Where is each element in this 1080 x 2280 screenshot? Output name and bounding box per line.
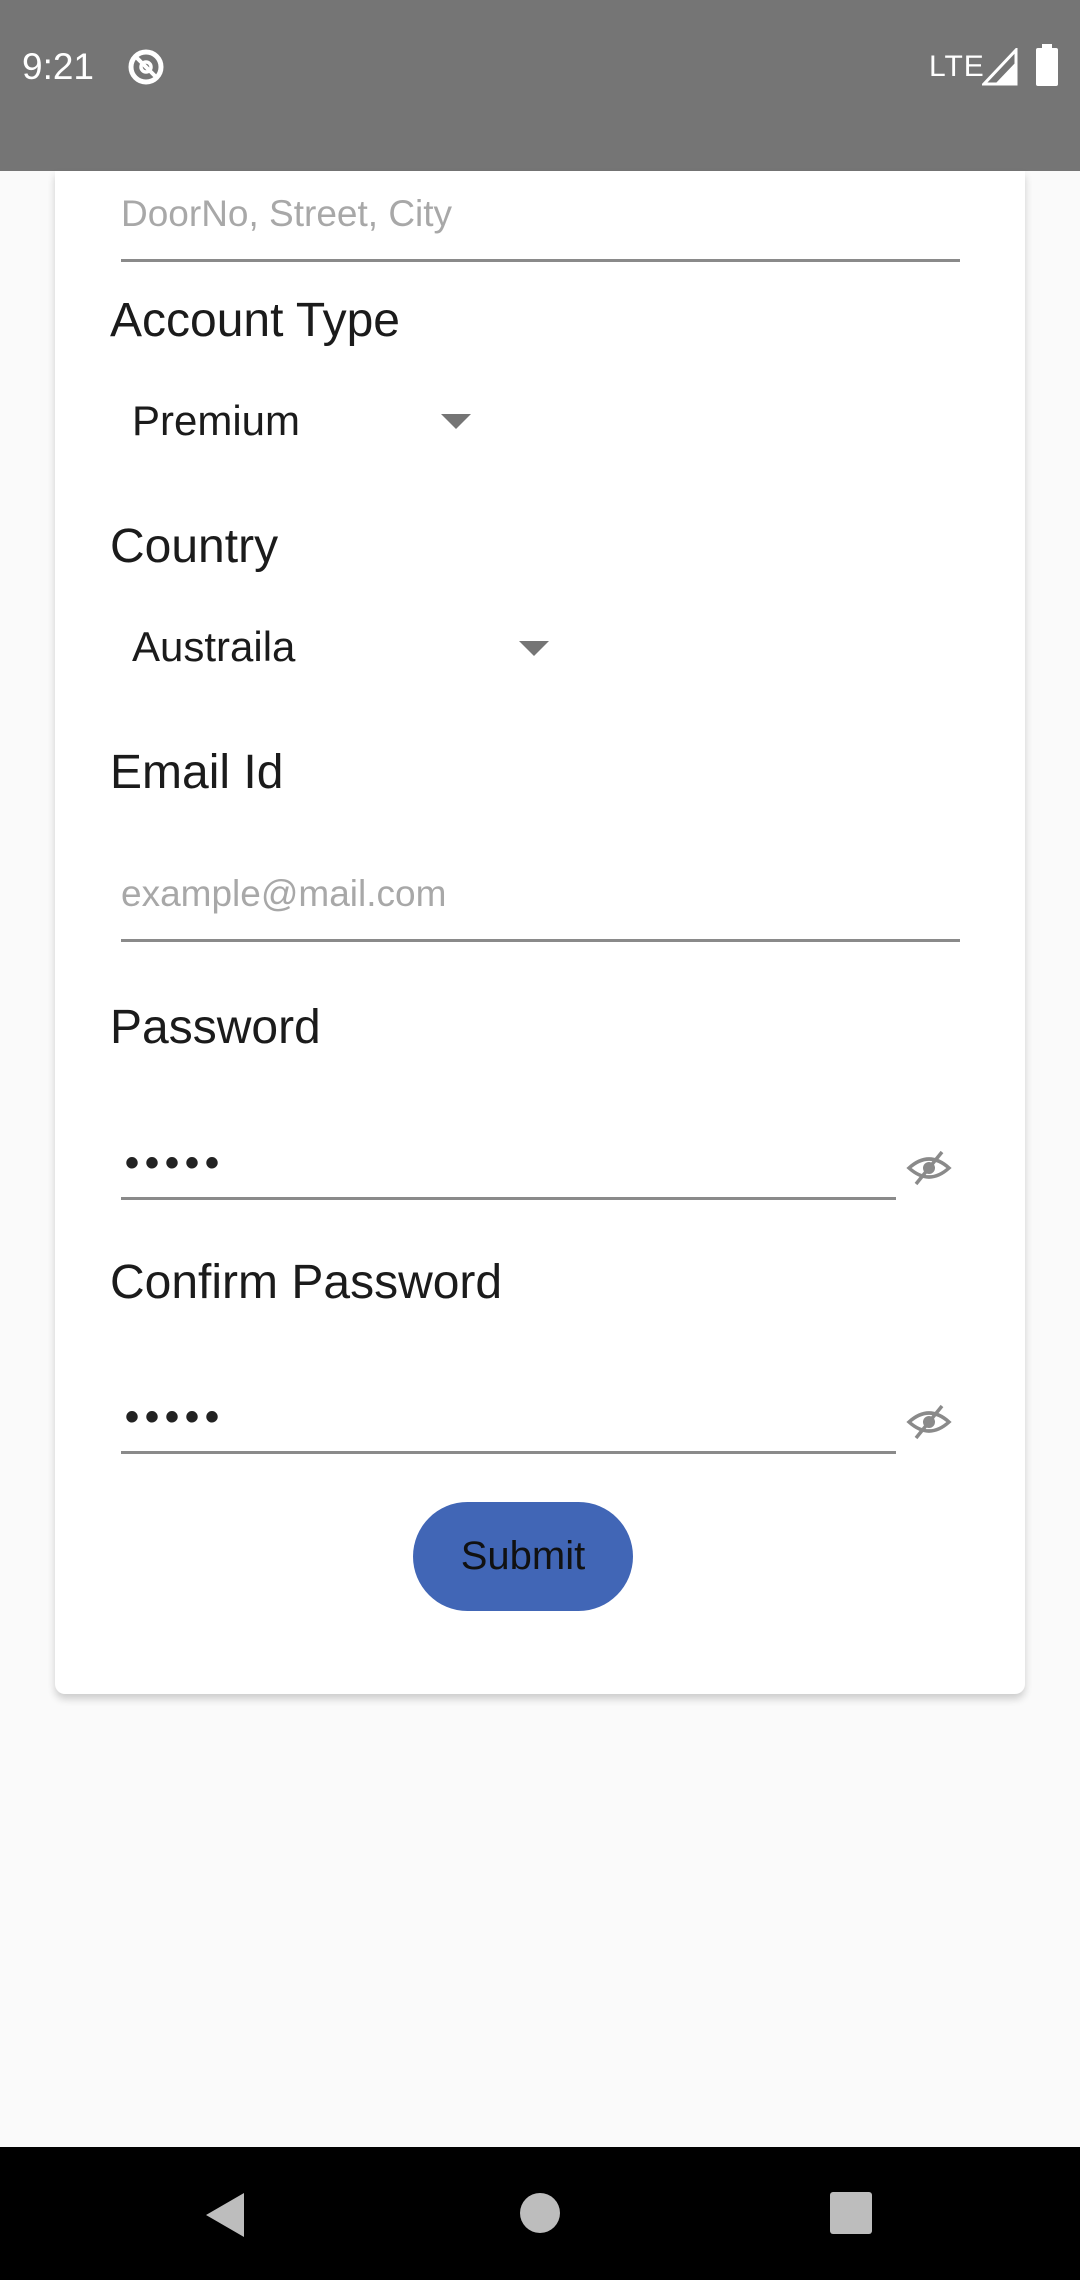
confirm-password-value: ••••• xyxy=(125,1395,226,1439)
email-label: Email Id xyxy=(110,746,284,799)
country-dropdown[interactable]: Austraila xyxy=(132,623,295,671)
status-time: 9:21 xyxy=(22,46,95,87)
address-input[interactable] xyxy=(121,193,960,235)
account-type-label: Account Type xyxy=(110,294,400,347)
chevron-down-icon[interactable] xyxy=(441,414,471,429)
visibility-off-icon[interactable] xyxy=(906,1148,952,1188)
password-label: Password xyxy=(110,1001,321,1054)
country-label: Country xyxy=(110,520,279,573)
country-value: Austraila xyxy=(132,623,296,670)
password-value: ••••• xyxy=(125,1141,226,1185)
account-type-dropdown[interactable]: Premium xyxy=(132,397,300,445)
confirm-password-field[interactable]: ••••• xyxy=(121,1391,896,1454)
back-icon[interactable] xyxy=(204,2191,248,2239)
home-icon[interactable] xyxy=(519,2192,561,2234)
email-input[interactable] xyxy=(121,873,960,915)
navigation-bar xyxy=(0,2147,1080,2280)
confirm-password-label: Confirm Password xyxy=(110,1256,503,1309)
submit-label: Submit xyxy=(460,1534,586,1578)
account-type-value: Premium xyxy=(132,397,301,444)
submit-button[interactable]: Submit xyxy=(413,1502,633,1611)
email-field[interactable] xyxy=(121,873,960,942)
status-bar: 9:21 LTE xyxy=(0,0,1080,171)
signal-icon xyxy=(982,48,1018,86)
chevron-down-icon[interactable] xyxy=(519,641,549,656)
address-field[interactable] xyxy=(121,193,960,262)
battery-icon xyxy=(1036,44,1058,86)
network-type-label: LTE xyxy=(929,50,985,83)
visibility-off-icon[interactable] xyxy=(906,1402,952,1442)
recents-icon[interactable] xyxy=(830,2192,872,2234)
password-field[interactable]: ••••• xyxy=(121,1137,896,1200)
do-not-disturb-icon xyxy=(128,49,164,85)
